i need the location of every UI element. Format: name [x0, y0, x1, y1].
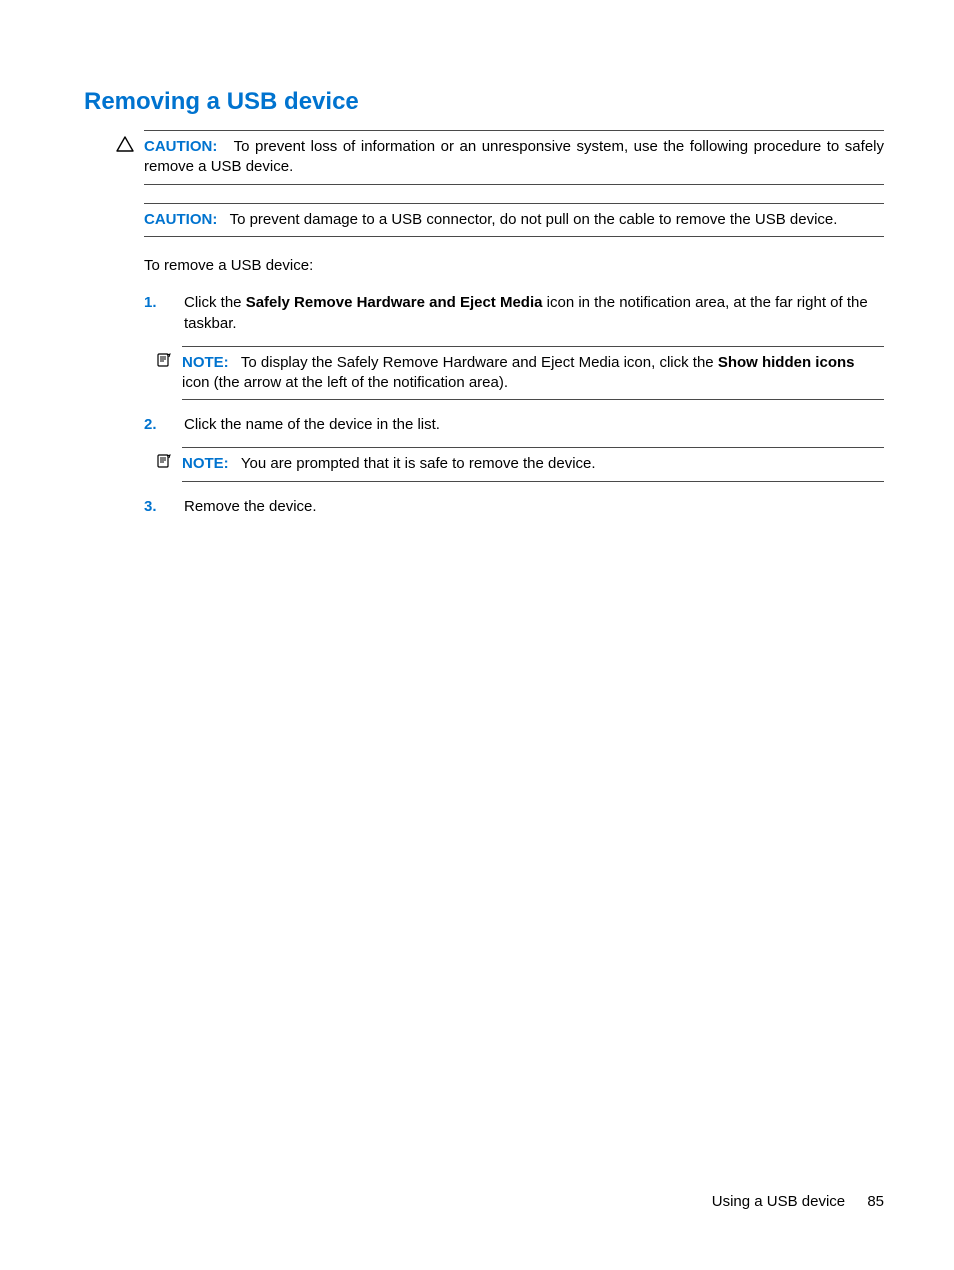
- step-1-bold: Safely Remove Hardware and Eject Media: [246, 294, 543, 311]
- note-icon: [156, 352, 172, 368]
- note-label: NOTE:: [182, 455, 229, 472]
- step-1-pre: Click the: [184, 294, 246, 311]
- step-1: Click the Safely Remove Hardware and Eje…: [144, 292, 884, 401]
- step-2: Click the name of the device in the list…: [144, 414, 884, 481]
- caution-body: To prevent damage to a USB connector, do…: [230, 211, 838, 228]
- note-icon: [156, 453, 172, 469]
- note-1-pre: To display the Safely Remove Hardware an…: [241, 354, 718, 371]
- section-heading: Removing a USB device: [84, 88, 884, 116]
- footer-chapter: Using a USB device: [712, 1193, 845, 1210]
- caution-label: CAUTION:: [144, 138, 217, 155]
- caution-text-2: CAUTION: To prevent damage to a USB conn…: [144, 203, 884, 237]
- caution-block-2: CAUTION: To prevent damage to a USB conn…: [144, 203, 884, 237]
- document-page: Removing a USB device CAUTION: To preven…: [0, 0, 954, 1270]
- body-content: CAUTION: To prevent loss of information …: [144, 130, 884, 517]
- note-block-1: NOTE: To display the Safely Remove Hardw…: [158, 346, 884, 401]
- note-1-bold: Show hidden icons: [718, 354, 855, 371]
- footer-page-number: 85: [867, 1193, 884, 1210]
- caution-text-1: CAUTION: To prevent loss of information …: [144, 130, 884, 185]
- step-3-text: Remove the device.: [184, 498, 317, 515]
- note-text-2: NOTE: You are prompted that it is safe t…: [182, 447, 884, 481]
- caution-label: CAUTION:: [144, 211, 217, 228]
- note-label: NOTE:: [182, 354, 229, 371]
- step-2-text: Click the name of the device in the list…: [184, 416, 440, 433]
- caution-icon: [116, 136, 134, 152]
- step-3: Remove the device.: [144, 496, 884, 517]
- note-block-2: NOTE: You are prompted that it is safe t…: [158, 447, 884, 481]
- note-2-body: You are prompted that it is safe to remo…: [241, 455, 596, 472]
- note-1-post: icon (the arrow at the left of the notif…: [182, 374, 508, 391]
- steps-list: Click the Safely Remove Hardware and Eje…: [144, 292, 884, 517]
- page-footer: Using a USB device 85: [712, 1193, 884, 1210]
- caution-block-1: CAUTION: To prevent loss of information …: [144, 130, 884, 185]
- note-text-1: NOTE: To display the Safely Remove Hardw…: [182, 346, 884, 401]
- caution-body: To prevent loss of information or an unr…: [144, 138, 884, 175]
- intro-text: To remove a USB device:: [144, 255, 884, 276]
